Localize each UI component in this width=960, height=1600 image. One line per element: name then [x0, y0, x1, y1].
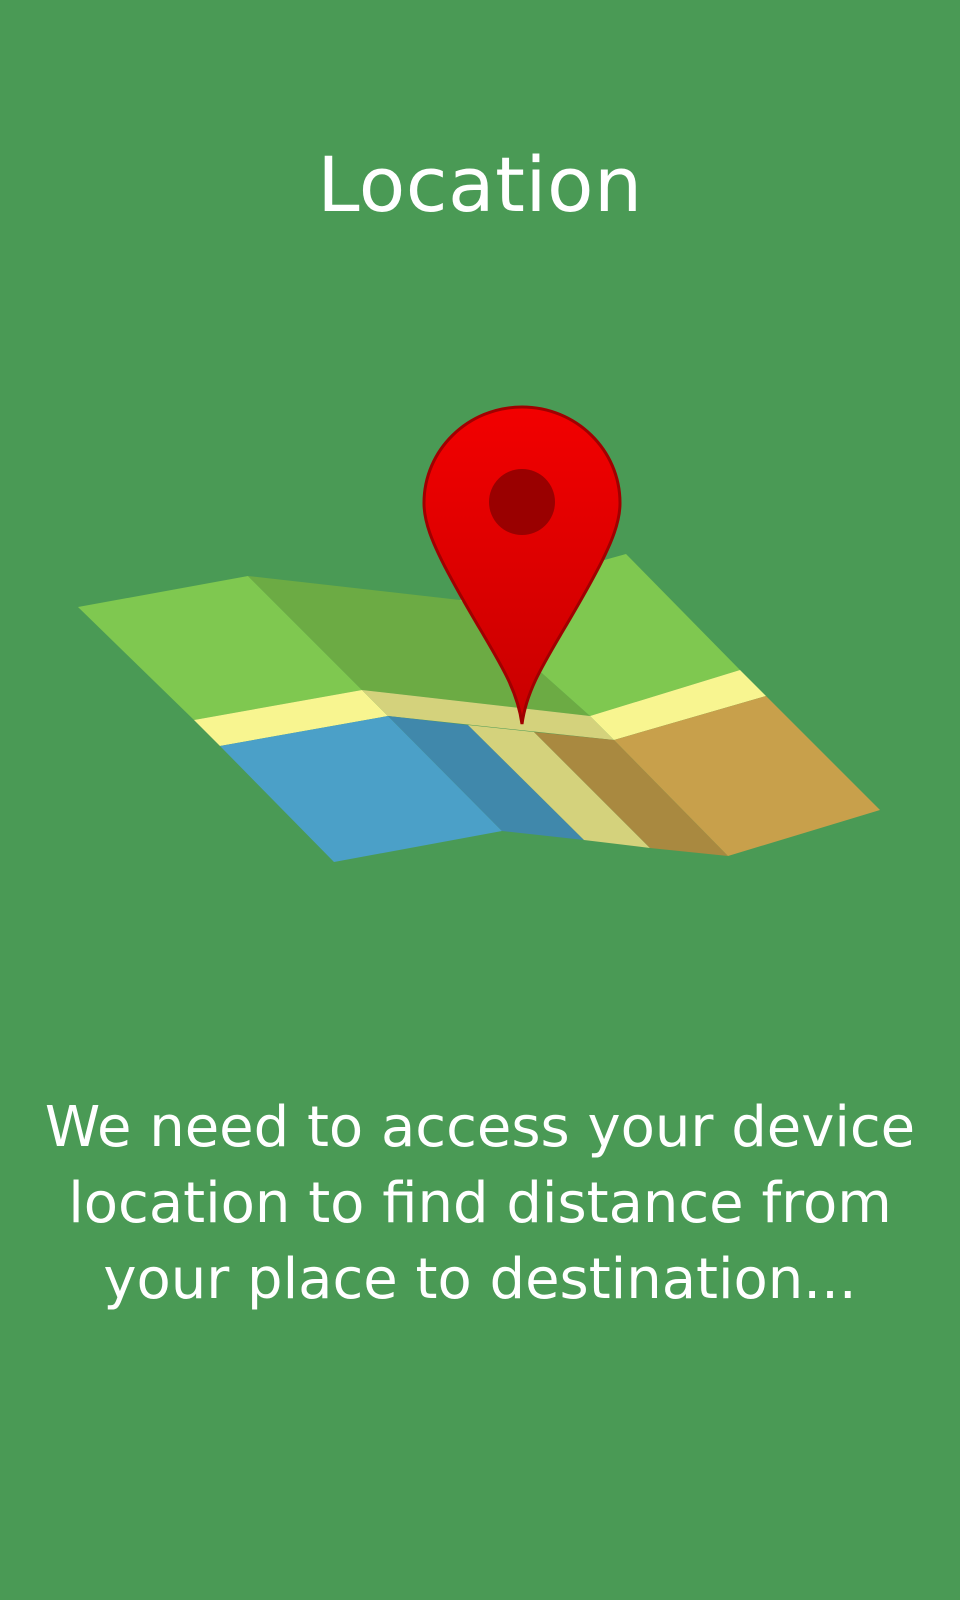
map-pin-illustration [78, 405, 880, 862]
permission-message: We need to access your device location t… [44, 1095, 916, 1312]
page-title: Location [317, 140, 643, 229]
location-permission-screen: Location We need to access your device l… [0, 0, 960, 1600]
pin-hole [489, 469, 555, 535]
